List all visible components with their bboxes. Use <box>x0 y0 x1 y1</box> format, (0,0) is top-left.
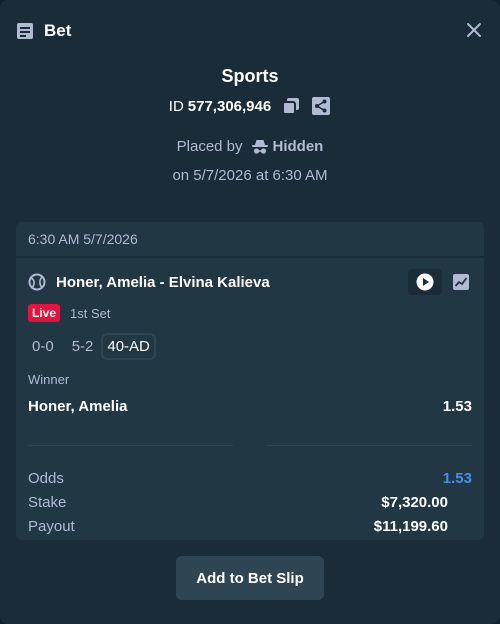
pick-name: Honer, Amelia <box>28 397 128 415</box>
payout-row: Payout $11,199.60 <box>28 514 472 538</box>
modal-title: Bet <box>44 21 72 40</box>
close-icon[interactable] <box>464 20 484 40</box>
bet-modal: Bet Sports ID 577,306,946 Placed by Hidd… <box>0 0 500 624</box>
payout-label: Payout <box>28 517 75 535</box>
divider-right <box>267 445 472 446</box>
odds-value: 1.53 <box>442 469 472 487</box>
set-score: 0-0 <box>32 337 54 355</box>
play-icon[interactable] <box>408 269 442 295</box>
placed-date: on 5/7/2026 at 6:30 AM <box>172 167 328 184</box>
bet-slip-icon <box>16 21 36 41</box>
point-score: 40-AD <box>101 332 156 360</box>
tennis-ball-icon <box>28 272 48 292</box>
pick-odds: 1.53 <box>442 397 472 415</box>
bet-id-number: 577,306,946 <box>187 97 272 115</box>
stake-label: Stake <box>28 493 67 511</box>
stats-chart-icon[interactable] <box>450 271 472 293</box>
placed-by-label: Placed by <box>176 138 243 155</box>
bet-id-prefix: ID <box>168 97 184 115</box>
game-score: 5-2 <box>71 337 94 355</box>
placed-by-row: Placed by Hidden <box>0 138 500 155</box>
bet-summary: Odds 1.53 Stake $7,320.00 Payout $11,199… <box>16 466 484 538</box>
pick-row: Honer, Amelia 1.53 <box>16 395 484 417</box>
match-name[interactable]: Honer, Amelia - Elvina Kalieva <box>56 274 408 291</box>
live-badge: Live <box>28 304 61 322</box>
score-row: 0-0 5-2 40-AD <box>16 332 484 360</box>
modal-header: Bet <box>0 0 500 62</box>
market-name: Winner <box>28 372 70 387</box>
bet-card: 6:30 AM 5/7/2026 Honer, Amelia - Elvina … <box>16 222 484 540</box>
stake-value: $7,320.00 <box>381 493 448 511</box>
divider <box>16 445 484 446</box>
sport-title: Sports <box>221 66 279 86</box>
bet-timestamp: 6:30 AM 5/7/2026 <box>16 222 484 258</box>
divider-left <box>28 445 233 446</box>
odds-label: Odds <box>28 469 64 487</box>
copy-icon[interactable] <box>281 96 301 116</box>
bet-info: Sports ID 577,306,946 Placed by Hidden o… <box>0 62 500 184</box>
share-icon[interactable] <box>311 96 331 116</box>
stake-row: Stake $7,320.00 <box>28 490 472 514</box>
placed-by-user: Hidden <box>272 138 324 155</box>
match-period: 1st Set <box>70 305 111 321</box>
payout-value: $11,199.60 <box>373 517 448 535</box>
add-to-bet-slip-button[interactable]: Add to Bet Slip <box>176 556 324 600</box>
live-row: Live 1st Set <box>16 304 484 322</box>
incognito-icon <box>251 139 269 155</box>
bet-id-row: ID 577,306,946 <box>0 96 500 116</box>
odds-row: Odds 1.53 <box>28 466 472 490</box>
match-row: Honer, Amelia - Elvina Kalieva <box>16 268 484 296</box>
